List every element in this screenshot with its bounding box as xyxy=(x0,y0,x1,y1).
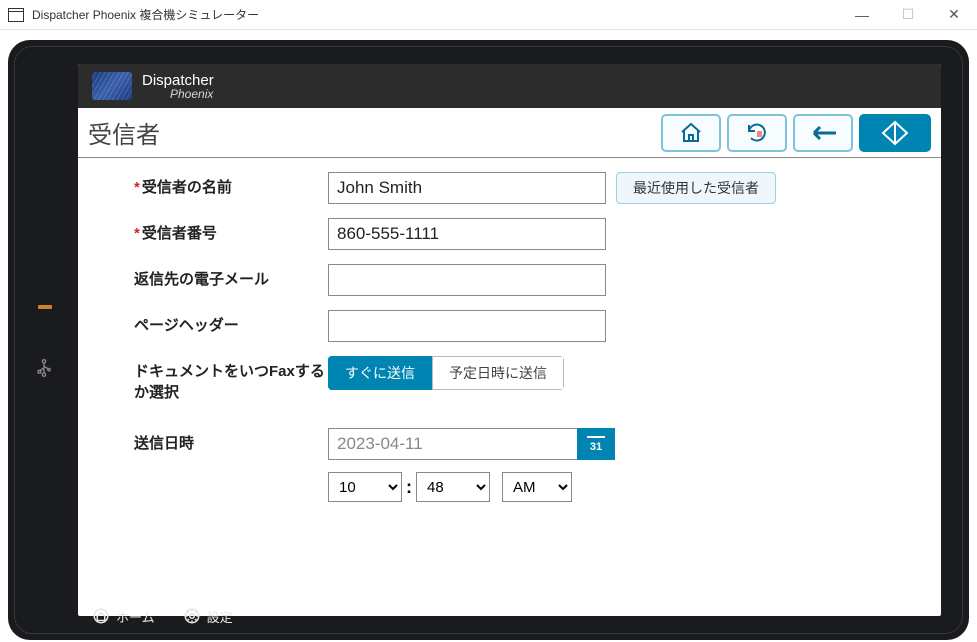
simulator-screen: Dispatcher Phoenix 受信者 xyxy=(78,64,941,616)
recent-recipients-button[interactable]: 最近使用した受信者 xyxy=(616,172,776,204)
calendar-button[interactable]: 31 xyxy=(577,428,615,460)
window-maximize-button: ☐ xyxy=(885,0,931,29)
status-led xyxy=(38,305,52,309)
back-button[interactable] xyxy=(793,114,853,152)
send-date-input[interactable] xyxy=(328,428,578,460)
dock-home-label: ホーム xyxy=(116,607,155,626)
window-title: Dispatcher Phoenix 複合機シミュレーター xyxy=(32,6,839,23)
gear-icon xyxy=(183,607,201,625)
window-close-button[interactable]: ✕ xyxy=(931,0,977,29)
time-separator: : xyxy=(402,477,416,498)
calendar-day-label: 31 xyxy=(590,441,602,453)
back-arrow-icon xyxy=(808,123,838,143)
page-header-input[interactable] xyxy=(328,310,606,342)
send-timing-toggle: すぐに送信 予定日時に送信 xyxy=(328,356,564,390)
start-scan-button[interactable] xyxy=(859,114,931,152)
label-recipient-number: *受信者番号 xyxy=(98,218,328,243)
label-reply-email: 返信先の電子メール xyxy=(98,264,328,289)
label-when-to-fax: ドキュメントをいつFaxするか選択 xyxy=(98,356,328,402)
recipient-number-input[interactable] xyxy=(328,218,606,250)
send-now-option[interactable]: すぐに送信 xyxy=(328,356,432,390)
hour-select[interactable]: 10 xyxy=(328,472,402,502)
dispatcher-logo xyxy=(92,72,132,100)
dock-home-button[interactable]: ホーム xyxy=(92,607,155,626)
reply-email-input[interactable] xyxy=(328,264,606,296)
window-titlebar: Dispatcher Phoenix 複合機シミュレーター — ☐ ✕ xyxy=(0,0,977,30)
label-recipient-name: *受信者の名前 xyxy=(98,172,328,197)
device-frame: Dispatcher Phoenix 受信者 xyxy=(8,40,969,640)
minute-select[interactable]: 48 xyxy=(416,472,490,502)
page-header-row: 受信者 xyxy=(78,108,941,158)
recipient-name-input[interactable] xyxy=(328,172,606,204)
banner-text: Dispatcher Phoenix xyxy=(142,73,214,100)
form-area: *受信者の名前 最近使用した受信者 *受信者番号 返信先の電子メール xyxy=(78,158,941,616)
reset-icon xyxy=(744,121,770,145)
dock-settings-button[interactable]: 設定 xyxy=(183,607,233,626)
start-diamond-icon xyxy=(880,120,910,146)
dock-settings-label: 設定 xyxy=(207,607,233,626)
home-icon xyxy=(92,607,110,625)
label-send-datetime: 送信日時 xyxy=(98,428,328,453)
home-button[interactable] xyxy=(661,114,721,152)
reset-button[interactable] xyxy=(727,114,787,152)
usb-icon xyxy=(34,358,54,383)
banner-line2: Phoenix xyxy=(142,88,214,100)
dock-bar: ホーム 設定 xyxy=(78,602,941,630)
label-page-header: ページヘッダー xyxy=(98,310,328,335)
window-minimize-button[interactable]: — xyxy=(839,0,885,29)
app-banner: Dispatcher Phoenix xyxy=(78,64,941,108)
ampm-select[interactable]: AM xyxy=(502,472,572,502)
banner-line1: Dispatcher xyxy=(142,73,214,88)
app-icon xyxy=(8,8,24,22)
calendar-icon xyxy=(587,436,605,440)
send-scheduled-option[interactable]: 予定日時に送信 xyxy=(432,356,564,390)
home-icon xyxy=(678,121,704,145)
page-title: 受信者 xyxy=(88,115,655,150)
